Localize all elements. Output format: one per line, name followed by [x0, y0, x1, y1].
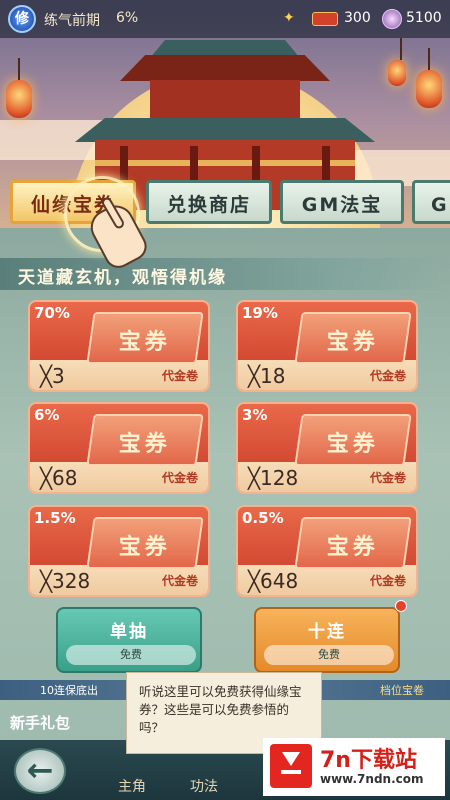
pagoda-roof: [120, 55, 330, 81]
nav-hero[interactable]: 主角: [118, 776, 146, 796]
pagoda-roof: [75, 118, 375, 142]
nav-skill[interactable]: 功法: [190, 776, 218, 796]
reward-card: 1.5% 宝券 ╳328 代金卷: [28, 505, 210, 597]
tab-more[interactable]: G: [412, 180, 450, 224]
ticket-icon: 宝券: [294, 414, 412, 466]
reward-card: 0.5% 宝券 ╳648 代金卷: [236, 505, 418, 597]
card-rate: 1.5%: [34, 509, 76, 527]
coupon-count: 300: [344, 10, 371, 26]
ticket-label: 宝券: [118, 432, 171, 457]
watermark-title: 7n下载站: [320, 748, 417, 773]
coupon-currency-icon: [312, 12, 338, 26]
guarantee-tier-text: 档位宝卷: [380, 684, 424, 697]
card-rate: 0.5%: [242, 509, 284, 527]
ticket-icon: 宝券: [294, 312, 412, 364]
ticket-label: 宝券: [326, 330, 379, 355]
single-draw-label: 单抽: [110, 622, 148, 642]
card-quantity: ╳128: [248, 466, 299, 490]
lantern: [388, 38, 406, 86]
lantern: [416, 48, 442, 108]
ticket-icon: 宝券: [86, 312, 204, 364]
lantern: [6, 58, 32, 118]
card-unit: 代金卷: [161, 369, 198, 383]
card-rate: 6%: [34, 406, 60, 424]
back-arrow-icon[interactable]: ←: [14, 748, 66, 794]
notification-icon[interactable]: ✦: [283, 10, 295, 26]
notification-dot: [395, 600, 407, 612]
card-quantity: ╳648: [248, 569, 299, 593]
ten-draw-cost: 免费: [264, 645, 394, 665]
ticket-label: 宝券: [118, 330, 171, 355]
ticket-icon: 宝券: [86, 517, 204, 569]
card-quantity: ╳68: [40, 466, 78, 490]
card-unit: 代金卷: [161, 574, 198, 588]
card-rate: 3%: [242, 406, 268, 424]
top-status-bar: 修 练气前期 6% ✦ 300 5100: [0, 0, 450, 38]
realm-name: 练气前期: [44, 13, 100, 29]
card-rate: 19%: [242, 304, 278, 322]
gem-currency-icon: [382, 9, 402, 29]
realm-badge-icon[interactable]: 修: [8, 5, 36, 33]
card-rate: 70%: [34, 304, 70, 322]
ten-draw-label: 十连: [308, 622, 346, 642]
card-quantity: ╳18: [248, 364, 286, 388]
ticket-label: 宝券: [326, 535, 379, 560]
ticket-icon: 宝券: [294, 517, 412, 569]
section-title-bar: 天道藏玄机，观悟得机缘: [0, 258, 450, 290]
ten-draw-button[interactable]: 十连 免费: [254, 607, 400, 673]
ticket-label: 宝券: [326, 432, 379, 457]
ticket-icon: 宝券: [86, 414, 204, 466]
card-quantity: ╳328: [40, 569, 91, 593]
guarantee-text: 10连保底出: [40, 684, 98, 697]
watermark-url: www.7ndn.com: [320, 772, 424, 786]
card-unit: 代金卷: [161, 471, 198, 485]
pagoda-body: [150, 80, 300, 120]
tab-exchange-shop[interactable]: 兑换商店: [146, 180, 272, 224]
realm-progress: 6%: [116, 10, 139, 26]
download-logo-icon: [270, 744, 312, 788]
single-draw-button[interactable]: 单抽 免费: [56, 607, 202, 673]
reward-card: 6% 宝券 ╳68 代金卷: [28, 402, 210, 494]
single-draw-cost: 免费: [66, 645, 196, 665]
newbie-gift-label: 新手礼包: [10, 714, 71, 732]
ticket-label: 宝券: [118, 535, 171, 560]
card-unit: 代金卷: [369, 471, 406, 485]
card-quantity: ╳3: [40, 364, 65, 388]
reward-card: 3% 宝券 ╳128 代金卷: [236, 402, 418, 494]
reward-card: 70% 宝券 ╳3 代金卷: [28, 300, 210, 392]
reward-card: 19% 宝券 ╳18 代金卷: [236, 300, 418, 392]
tab-gm-treasure[interactable]: GM法宝: [280, 180, 404, 224]
gem-count: 5100: [406, 10, 442, 26]
card-unit: 代金卷: [369, 574, 406, 588]
card-unit: 代金卷: [369, 369, 406, 383]
